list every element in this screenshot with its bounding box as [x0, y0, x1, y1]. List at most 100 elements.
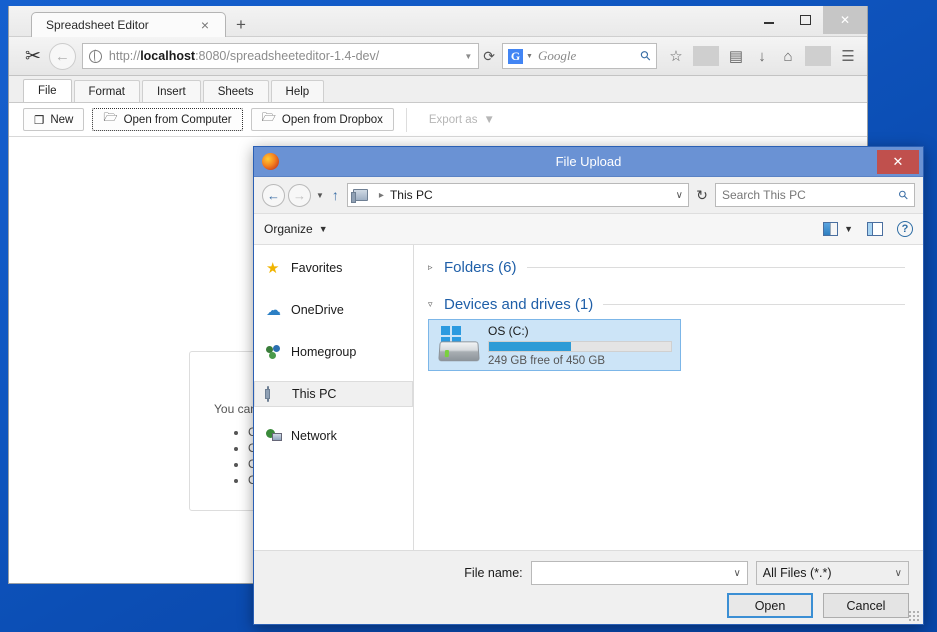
group-header-folders[interactable]: ▹ Folders (6): [428, 259, 905, 276]
dialog-close-button[interactable]: ✕: [877, 150, 919, 174]
maximize-icon: [799, 15, 811, 25]
file-name-input[interactable]: ∨: [530, 561, 748, 585]
scissors-icon[interactable]: ✂: [15, 45, 49, 68]
hamburger-menu-icon[interactable]: ☰: [835, 47, 861, 65]
help-icon[interactable]: ?: [897, 221, 913, 237]
app-tab-bar: File Format Insert Sheets Help: [9, 76, 867, 103]
sidebar-item-this-pc[interactable]: This PC: [254, 381, 413, 407]
refresh-icon[interactable]: ↻: [689, 187, 715, 204]
sidebar-item-network[interactable]: Network: [254, 423, 413, 449]
tab-help[interactable]: Help: [270, 80, 325, 102]
nav-icon-group: ☆ ▤ ↓ ⌂ ☰: [663, 46, 861, 66]
google-icon: G: [508, 48, 523, 64]
dialog-button-row: Open Cancel: [254, 585, 923, 618]
new-button[interactable]: ❐ New: [23, 108, 85, 131]
new-button-label: New: [50, 113, 74, 126]
open-button[interactable]: Open: [727, 593, 813, 618]
resize-grip[interactable]: [908, 610, 919, 621]
search-engine-caret-icon[interactable]: ▼: [526, 53, 533, 60]
url-text: http://localhost:8080/spreadsheeteditor-…: [108, 49, 380, 63]
new-tab-button[interactable]: +: [226, 16, 256, 35]
sidebar-item-favorites[interactable]: ★ Favorites: [254, 255, 413, 281]
reload-icon[interactable]: ⟳: [479, 48, 502, 65]
file-name-row: File name: ∨ All Files (*.*) ∨: [254, 551, 923, 585]
group-label: Devices and drives (1): [444, 296, 594, 313]
drive-item-os-c[interactable]: OS (C:) 249 GB free of 450 GB: [428, 319, 681, 371]
dialog-sidebar: ★ Favorites ☁ OneDrive Homegroup This PC…: [254, 245, 414, 550]
browser-navbar: ✂ ← http://localhost:8080/spreadsheetedi…: [9, 36, 867, 76]
download-icon[interactable]: ↓: [749, 48, 775, 65]
search-bar[interactable]: G ▼ Google ⚲: [502, 43, 657, 69]
group-label: Folders (6): [444, 259, 517, 276]
dialog-command-bar: Organize ▼ ▼ ?: [254, 213, 923, 245]
dialog-title: File Upload: [555, 154, 622, 169]
cloud-icon: ☁: [266, 301, 281, 319]
tab-insert[interactable]: Insert: [141, 80, 201, 102]
minimize-button[interactable]: [751, 6, 787, 34]
dialog-forward-button[interactable]: →: [288, 183, 311, 207]
dialog-back-button[interactable]: ←: [262, 183, 285, 207]
globe-icon: [88, 48, 102, 63]
group-header-devices-and-drives[interactable]: ▿ Devices and drives (1): [428, 296, 905, 313]
open-from-computer-label: Open from Computer: [123, 113, 232, 126]
export-as-label: Export as: [428, 113, 478, 126]
minimize-icon: [764, 22, 774, 24]
sidebar-item-onedrive[interactable]: ☁ OneDrive: [254, 297, 413, 323]
organize-button[interactable]: Organize: [264, 222, 313, 236]
this-pc-icon: [267, 385, 284, 402]
browser-tab-spreadsheet-editor[interactable]: Spreadsheet Editor ×: [31, 12, 226, 37]
open-from-computer-button[interactable]: 🗁 Open from Computer: [92, 108, 243, 131]
divider: [805, 46, 831, 66]
chevron-down-icon[interactable]: ▼: [844, 224, 853, 234]
url-bar[interactable]: http://localhost:8080/spreadsheeteditor-…: [81, 43, 480, 69]
preview-pane-icon[interactable]: [867, 222, 883, 236]
tab-sheets[interactable]: Sheets: [202, 80, 269, 102]
tab-title: Spreadsheet Editor: [46, 18, 149, 32]
open-from-dropbox-button[interactable]: 🗁 Open from Dropbox: [250, 108, 394, 131]
sidebar-item-homegroup[interactable]: Homegroup: [254, 339, 413, 365]
breadcrumb[interactable]: ▸ This PC ∨: [346, 183, 689, 207]
chevron-down-icon[interactable]: ∨: [676, 190, 683, 201]
chevron-down-icon[interactable]: ∨: [733, 568, 740, 579]
change-view-icon[interactable]: [823, 222, 839, 236]
file-name-label: File name:: [464, 566, 523, 580]
chevron-down-icon[interactable]: ▼: [319, 224, 328, 234]
cancel-button[interactable]: Cancel: [823, 593, 909, 618]
search-icon[interactable]: ⚲: [896, 187, 912, 203]
search-magnifier-icon[interactable]: ⚲: [637, 47, 655, 65]
tab-file[interactable]: File: [23, 79, 72, 102]
file-upload-dialog: File Upload ✕ ← → ▼ ↑ ▸ This PC ∨ ↻ Sear…: [253, 146, 924, 625]
export-as-button: Export as ▼: [419, 108, 505, 131]
file-type-filter-value: All Files (*.*): [762, 566, 832, 580]
dialog-search-input[interactable]: Search This PC ⚲: [715, 183, 915, 207]
divider: [603, 304, 905, 305]
divider: [693, 46, 719, 66]
chevron-right-icon[interactable]: ▹: [428, 262, 437, 273]
tab-format[interactable]: Format: [73, 80, 140, 102]
dialog-navigation-bar: ← → ▼ ↑ ▸ This PC ∨ ↻ Search This PC ⚲: [254, 177, 923, 213]
home-icon[interactable]: ⌂: [775, 48, 801, 65]
url-dropdown-icon[interactable]: ▼: [464, 52, 472, 61]
bookmark-star-icon[interactable]: ☆: [663, 47, 689, 65]
close-button[interactable]: ✕: [823, 6, 867, 34]
maximize-button[interactable]: [787, 6, 823, 34]
file-type-filter-select[interactable]: All Files (*.*) ∨: [755, 561, 909, 585]
dialog-search-placeholder: Search This PC: [722, 188, 806, 202]
open-from-dropbox-label: Open from Dropbox: [281, 113, 383, 126]
breadcrumb-item-this-pc[interactable]: This PC: [390, 188, 433, 202]
divider: [526, 267, 905, 268]
recent-locations-icon[interactable]: ▼: [316, 191, 324, 200]
chevron-down-icon: ▼: [483, 113, 495, 126]
dialog-titlebar: File Upload ✕: [254, 147, 923, 177]
sidebar-item-label: Network: [291, 429, 337, 443]
library-icon[interactable]: ▤: [723, 47, 749, 65]
sidebar-item-label: OneDrive: [291, 303, 344, 317]
search-input[interactable]: Google: [538, 48, 576, 64]
tab-close-icon[interactable]: ×: [193, 17, 217, 33]
back-button[interactable]: ←: [48, 42, 76, 70]
chevron-down-icon[interactable]: ▿: [428, 299, 437, 310]
drive-capacity-bar: [488, 340, 672, 352]
dialog-up-button[interactable]: ↑: [332, 187, 339, 203]
chevron-down-icon[interactable]: ∨: [895, 568, 902, 579]
